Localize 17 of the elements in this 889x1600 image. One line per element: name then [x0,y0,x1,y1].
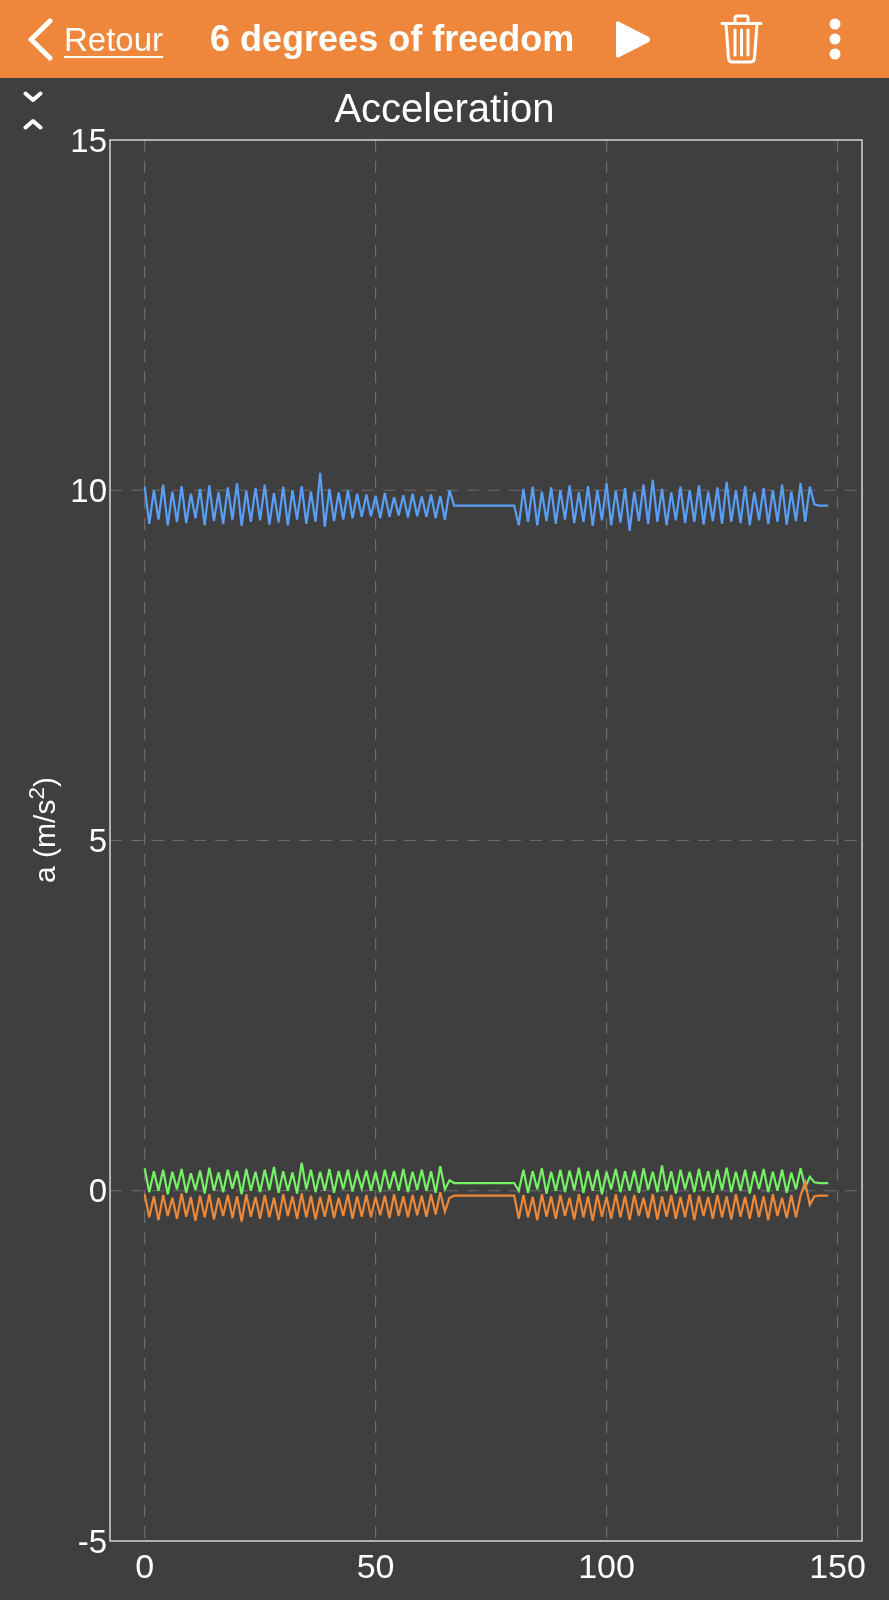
axis-tick-label: 10 [70,471,107,509]
screen-title: 6 degrees of freedom [210,21,575,57]
chevron-pair-icon[interactable] [23,91,43,130]
chart-title: Acceleration [334,85,555,128]
chevron-left-icon [27,17,54,61]
axis-tick-label: 150 [809,1547,866,1585]
trash-icon[interactable] [720,14,764,64]
vertical-dots-icon[interactable] [829,18,842,60]
axis-tick-label: 15 [70,121,107,159]
play-icon[interactable] [615,19,652,59]
axis-tick-label: 50 [356,1547,395,1585]
axis-tick-label: 0 [135,1547,155,1585]
axis-tick-label: 0 [88,1172,107,1210]
axis-tick-label: 5 [88,822,107,859]
back-link[interactable]: Retour [27,17,164,61]
axis-tick-label: 100 [578,1547,635,1585]
axis-tick-label: -5 [77,1522,107,1560]
